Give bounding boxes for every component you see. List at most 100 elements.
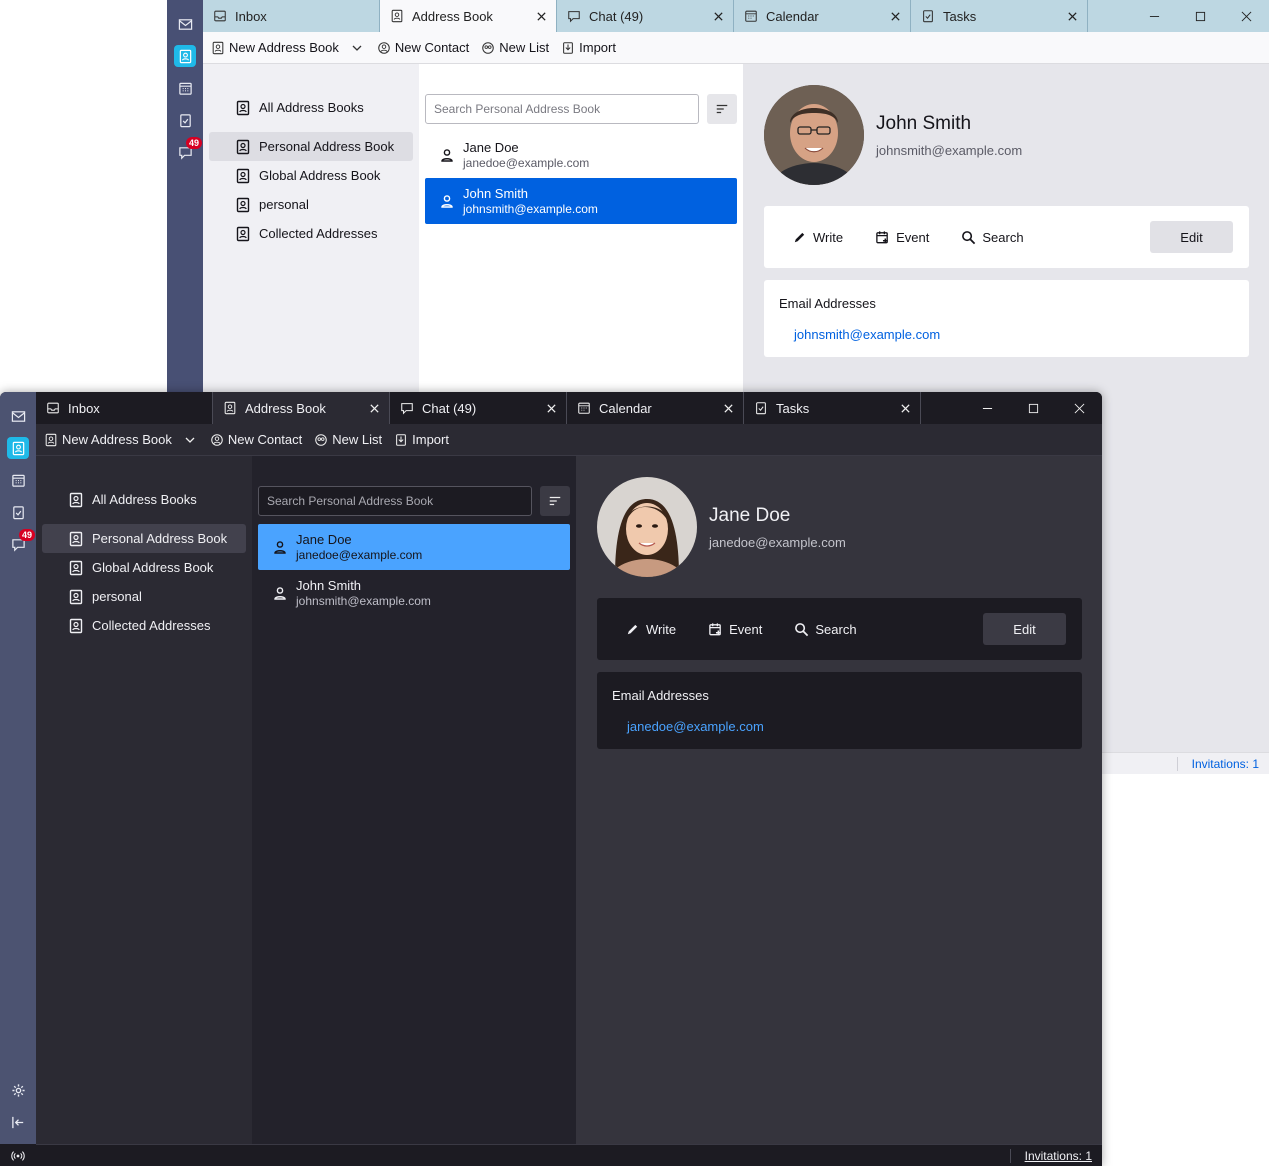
- address-book-toolbar: New Address Book New Contact New List Im…: [203, 32, 1269, 64]
- space-address-book-button[interactable]: [174, 45, 196, 67]
- event-button[interactable]: Event: [875, 230, 929, 245]
- event-button[interactable]: Event: [708, 622, 762, 637]
- new-list-button[interactable]: New List: [481, 40, 549, 55]
- contact-display-name: John Smith: [876, 112, 972, 134]
- minimize-button[interactable]: [964, 392, 1010, 424]
- tab-address-book[interactable]: Address Book: [213, 392, 390, 424]
- book-all-address-books[interactable]: All Address Books: [209, 93, 413, 122]
- close-icon[interactable]: [721, 401, 735, 415]
- tab-inbox[interactable]: Inbox: [203, 0, 380, 32]
- new-address-book-button[interactable]: New Address Book: [44, 432, 172, 447]
- book-personal-address-book[interactable]: Personal Address Book: [42, 524, 246, 553]
- calendar-icon: [178, 82, 192, 95]
- space-chat-button[interactable]: 49: [174, 137, 202, 163]
- close-icon[interactable]: [534, 9, 548, 23]
- maximize-icon: [1028, 403, 1038, 413]
- tab-calendar[interactable]: Calendar: [734, 0, 911, 32]
- close-icon[interactable]: [1065, 9, 1079, 23]
- book-all-address-books[interactable]: All Address Books: [42, 485, 246, 514]
- maximize-button[interactable]: [1010, 392, 1056, 424]
- write-button[interactable]: Write: [625, 622, 676, 637]
- import-button[interactable]: Import: [394, 432, 449, 447]
- minimize-button[interactable]: [1131, 0, 1177, 32]
- button-label: Search: [815, 621, 857, 637]
- tab-tasks[interactable]: Tasks: [911, 0, 1088, 32]
- new-address-book-dropdown[interactable]: [184, 434, 196, 446]
- chat-badge: 49: [185, 137, 202, 149]
- sort-button[interactable]: [540, 486, 570, 516]
- search-input[interactable]: Search Personal Address Book: [258, 486, 532, 516]
- book-label: personal: [92, 589, 142, 604]
- close-icon[interactable]: [711, 9, 725, 23]
- book-collected-addresses[interactable]: Collected Addresses: [42, 611, 246, 640]
- email-link[interactable]: johnsmith@example.com: [779, 327, 1234, 342]
- import-button[interactable]: Import: [561, 40, 616, 55]
- address-book-icon: [236, 100, 250, 115]
- tab-label: Tasks: [776, 400, 810, 416]
- window-close-button[interactable]: [1056, 392, 1102, 424]
- new-contact-button[interactable]: New Contact: [377, 40, 469, 55]
- space-mail-button[interactable]: [7, 405, 29, 427]
- search-input[interactable]: Search Personal Address Book: [425, 94, 699, 124]
- space-calendar-button[interactable]: [174, 77, 196, 99]
- avatar: [597, 477, 697, 577]
- space-calendar-button[interactable]: [7, 469, 29, 491]
- space-mail-button[interactable]: [174, 13, 196, 35]
- book-label: personal: [259, 197, 309, 212]
- collapse-spaces-button[interactable]: [7, 1111, 29, 1133]
- space-tasks-button[interactable]: [7, 501, 29, 523]
- space-chat-button[interactable]: 49: [7, 529, 35, 555]
- close-icon[interactable]: [544, 401, 558, 415]
- new-contact-button[interactable]: New Contact: [210, 432, 302, 447]
- close-icon[interactable]: [367, 401, 381, 415]
- contact-card-selected[interactable]: John Smith johnsmith@example.com: [425, 178, 737, 224]
- tab-tasks[interactable]: Tasks: [744, 392, 921, 424]
- search-button[interactable]: Search: [794, 621, 857, 637]
- tab-label: Inbox: [235, 8, 267, 24]
- tab-chat[interactable]: Chat (49): [557, 0, 734, 32]
- new-address-book-button[interactable]: New Address Book: [211, 40, 339, 55]
- chevron-down-icon: [352, 45, 362, 51]
- book-collected-addresses[interactable]: Collected Addresses: [209, 219, 413, 248]
- gear-icon: [11, 1083, 25, 1097]
- book-personal[interactable]: personal: [42, 582, 246, 611]
- new-address-book-dropdown[interactable]: [351, 42, 363, 54]
- maximize-button[interactable]: [1177, 0, 1223, 32]
- section-title: Email Addresses: [612, 688, 709, 703]
- invitations-status[interactable]: Invitations: 1: [1009, 1148, 1092, 1163]
- book-global-address-book[interactable]: Global Address Book: [42, 553, 246, 582]
- contact-card[interactable]: John Smith johnsmith@example.com: [258, 570, 570, 616]
- tab-address-book[interactable]: Address Book: [380, 0, 557, 32]
- invitations-status[interactable]: Invitations: 1: [1176, 756, 1259, 771]
- settings-button[interactable]: [7, 1079, 29, 1101]
- book-label: Global Address Book: [259, 168, 381, 183]
- window-close-button[interactable]: [1223, 0, 1269, 32]
- button-label: New Address Book: [62, 432, 172, 447]
- book-personal-address-book[interactable]: Personal Address Book: [209, 132, 413, 161]
- search-button[interactable]: Search: [961, 230, 1024, 245]
- address-book-icon: [236, 226, 250, 241]
- space-address-book-button[interactable]: [7, 437, 29, 459]
- edit-button[interactable]: Edit: [983, 613, 1066, 645]
- tab-inbox[interactable]: Inbox: [36, 392, 213, 424]
- contact-primary-email: johnsmith@example.com: [876, 142, 1023, 158]
- book-global-address-book[interactable]: Global Address Book: [209, 161, 413, 190]
- close-icon[interactable]: [888, 9, 902, 23]
- contact-card[interactable]: Jane Doe janedoe@example.com: [425, 132, 737, 178]
- write-button[interactable]: Write: [792, 230, 843, 245]
- contact-card-selected[interactable]: Jane Doe janedoe@example.com: [258, 524, 570, 570]
- contact-detail-pane: Jane Doe janedoe@example.com Write Event…: [576, 456, 1102, 1144]
- edit-button[interactable]: Edit: [1150, 221, 1233, 253]
- calendar-add-icon: [709, 622, 721, 635]
- book-personal[interactable]: personal: [209, 190, 413, 219]
- email-link[interactable]: janedoe@example.com: [612, 719, 1067, 734]
- tab-bar: Inbox Address Book Chat (49) Calendar Ta…: [36, 392, 1102, 424]
- online-status-button[interactable]: [0, 1144, 36, 1166]
- sort-button[interactable]: [707, 94, 737, 124]
- tab-chat[interactable]: Chat (49): [390, 392, 567, 424]
- tab-label: Tasks: [943, 8, 977, 24]
- space-tasks-button[interactable]: [174, 109, 196, 131]
- close-icon[interactable]: [898, 401, 912, 415]
- new-list-button[interactable]: New List: [314, 432, 382, 447]
- tab-calendar[interactable]: Calendar: [567, 392, 744, 424]
